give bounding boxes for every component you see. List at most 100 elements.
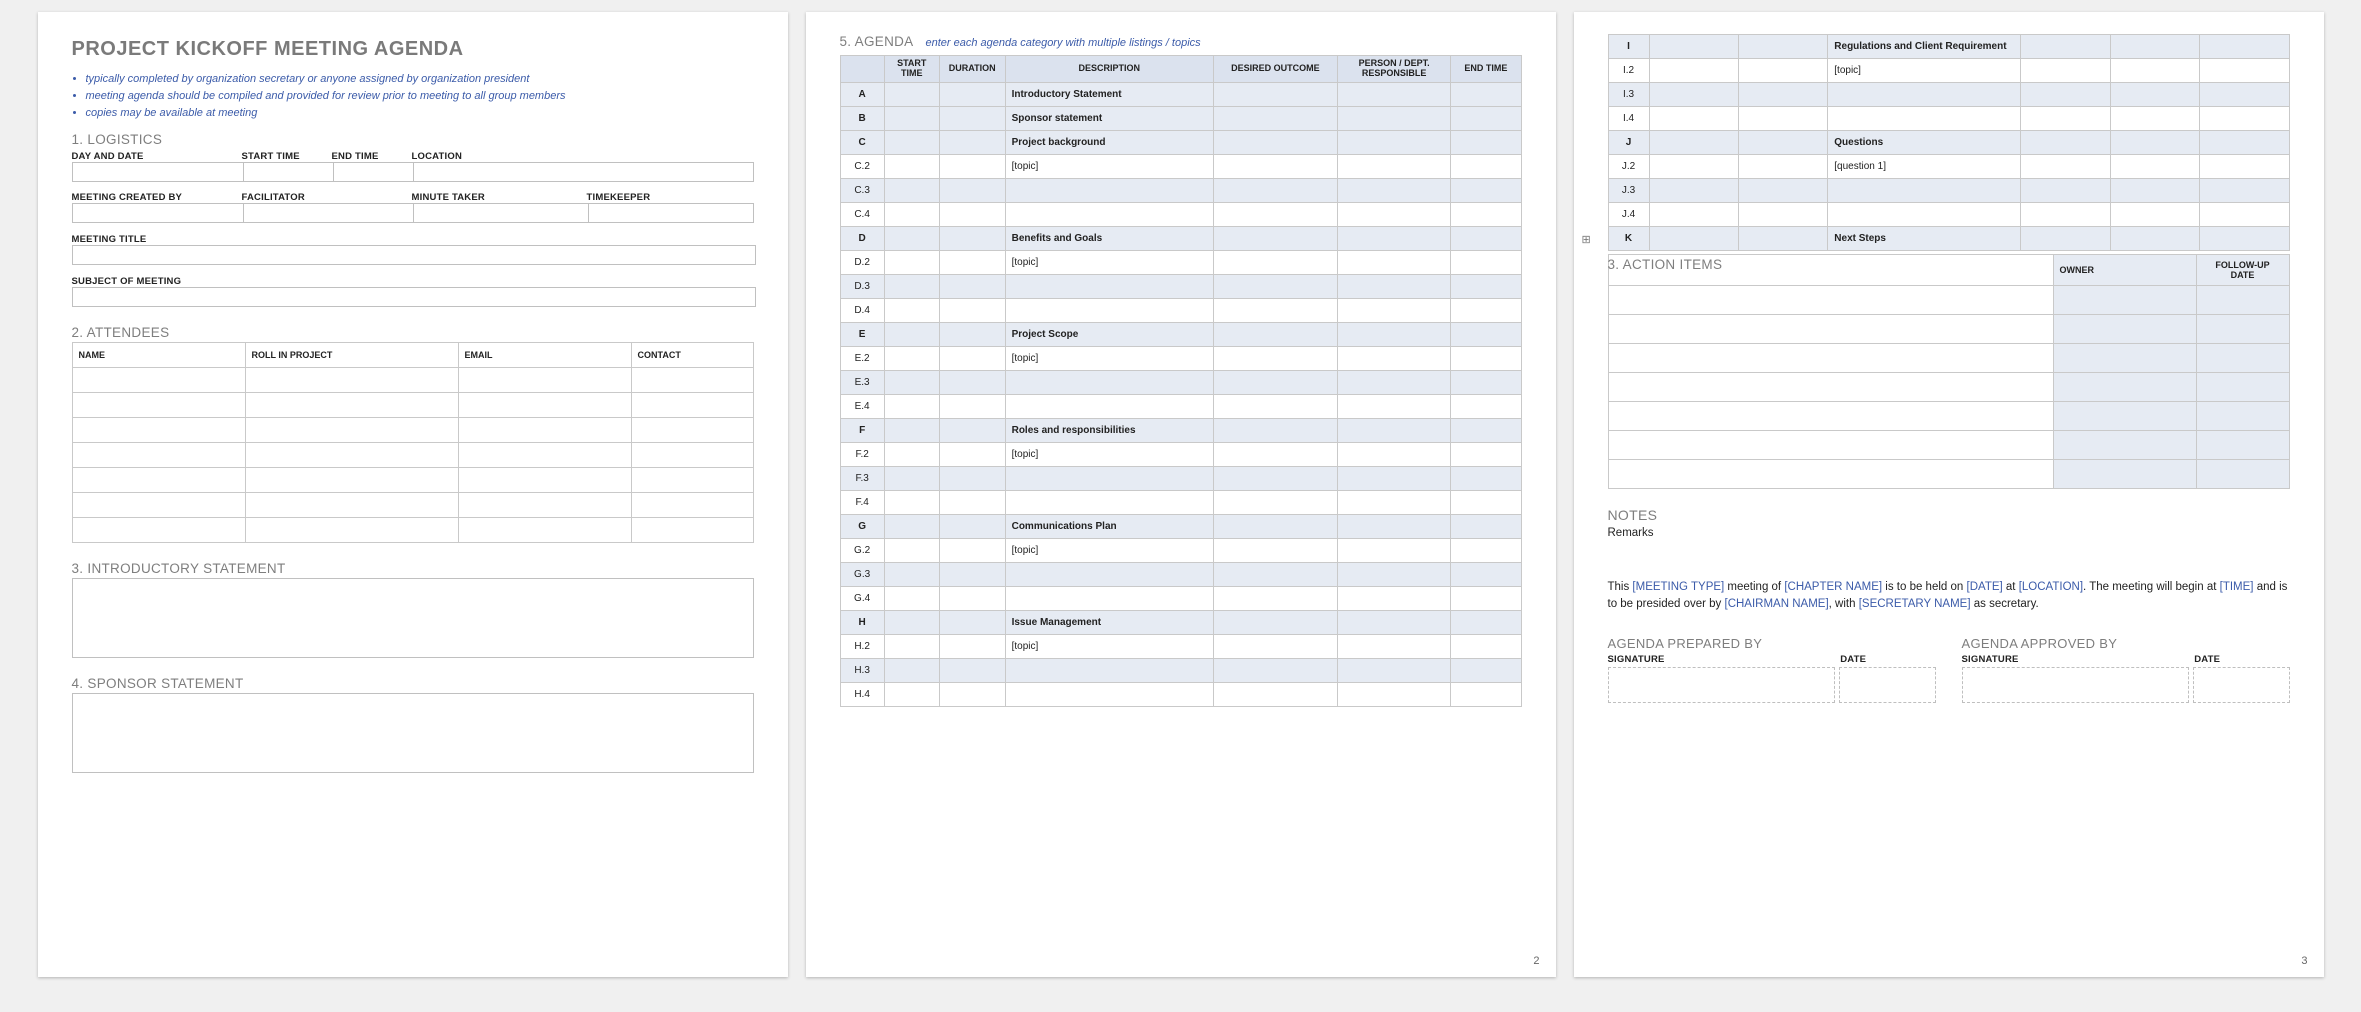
agenda-row[interactable]: BSponsor statement xyxy=(840,106,1521,130)
agenda-row[interactable]: GCommunications Plan xyxy=(840,514,1521,538)
agenda-row[interactable]: I.4 xyxy=(1608,107,2289,131)
agenda-row[interactable]: D.4 xyxy=(840,298,1521,322)
input-prepared-date[interactable] xyxy=(1839,667,1935,703)
label-start-time: START TIME xyxy=(242,151,332,162)
input-timekeeper[interactable] xyxy=(589,203,754,223)
col-email: EMAIL xyxy=(458,343,631,368)
page-1: PROJECT KICKOFF MEETING AGENDA typically… xyxy=(38,12,788,977)
agenda-row[interactable]: JQuestions xyxy=(1608,131,2289,155)
agenda-table: START TIME DURATION DESCRIPTION DESIRED … xyxy=(840,55,1522,707)
label-minute-taker: MINUTE TAKER xyxy=(412,192,587,203)
agenda-row[interactable]: J.4 xyxy=(1608,203,2289,227)
agenda-row[interactable]: KNext Steps xyxy=(1608,227,2289,251)
col-name: NAME xyxy=(72,343,245,368)
page-2: 5. AGENDA enter each agenda category wit… xyxy=(806,12,1556,977)
section-agenda: 5. AGENDA xyxy=(840,34,914,49)
agenda-row[interactable]: CProject background xyxy=(840,130,1521,154)
table-row[interactable] xyxy=(72,493,753,518)
table-row[interactable] xyxy=(1608,460,2289,489)
label-signature: SIGNATURE xyxy=(1962,654,2019,665)
agenda-row[interactable]: F.3 xyxy=(840,466,1521,490)
agenda-row[interactable]: J.3 xyxy=(1608,179,2289,203)
table-row[interactable] xyxy=(72,518,753,543)
agenda-row[interactable]: AIntroductory Statement xyxy=(840,82,1521,106)
input-approved-signature[interactable] xyxy=(1962,667,2190,703)
agenda-row[interactable]: H.4 xyxy=(840,682,1521,706)
section-intro: 3. INTRODUCTORY STATEMENT xyxy=(72,561,754,576)
agenda-row[interactable]: G.2[topic] xyxy=(840,538,1521,562)
col-roll: ROLL IN PROJECT xyxy=(245,343,458,368)
bullet-item: copies may be available at meeting xyxy=(86,105,754,122)
table-row[interactable] xyxy=(72,393,753,418)
section-attendees: 2. ATTENDEES xyxy=(72,325,754,340)
action-items-table: OWNER FOLLOW-UP DATE xyxy=(1608,254,2290,489)
label-location: LOCATION xyxy=(412,151,754,162)
input-start-time[interactable] xyxy=(244,162,334,182)
label-day-date: DAY AND DATE xyxy=(72,151,242,162)
approved-by-heading: AGENDA APPROVED BY xyxy=(1962,636,2290,651)
agenda-row[interactable]: C.2[topic] xyxy=(840,154,1521,178)
table-row[interactable] xyxy=(1608,402,2289,431)
agenda-row[interactable]: HIssue Management xyxy=(840,610,1521,634)
input-facilitator[interactable] xyxy=(244,203,414,223)
col-description: DESCRIPTION xyxy=(1005,56,1213,83)
agenda-row[interactable]: IRegulations and Client Requirement xyxy=(1608,35,2289,59)
table-row[interactable] xyxy=(72,418,753,443)
section-sponsor: 4. SPONSOR STATEMENT xyxy=(72,676,754,691)
table-row[interactable] xyxy=(72,368,753,393)
input-intro-statement[interactable] xyxy=(72,578,754,658)
agenda-row[interactable]: H.2[topic] xyxy=(840,634,1521,658)
input-sponsor-statement[interactable] xyxy=(72,693,754,773)
attendees-table: NAME ROLL IN PROJECT EMAIL CONTACT xyxy=(72,342,754,543)
agenda-row[interactable]: F.4 xyxy=(840,490,1521,514)
input-meeting-title[interactable] xyxy=(72,245,756,265)
agenda-row[interactable]: D.3 xyxy=(840,274,1521,298)
col-end: END TIME xyxy=(1451,56,1521,83)
agenda-row[interactable]: G.4 xyxy=(840,586,1521,610)
bullet-item: typically completed by organization secr… xyxy=(86,71,754,88)
col-responsible: PERSON / DEPT. RESPONSIBLE xyxy=(1337,56,1450,83)
input-minute-taker[interactable] xyxy=(414,203,589,223)
agenda-row[interactable]: F.2[topic] xyxy=(840,442,1521,466)
expand-icon[interactable]: ⊞ xyxy=(1582,233,1591,246)
agenda-row[interactable]: D.2[topic] xyxy=(840,250,1521,274)
agenda-row[interactable]: EProject Scope xyxy=(840,322,1521,346)
input-created-by[interactable] xyxy=(72,203,244,223)
agenda-row[interactable]: FRoles and responsibilities xyxy=(840,418,1521,442)
input-subject[interactable] xyxy=(72,287,756,307)
input-location[interactable] xyxy=(414,162,754,182)
table-row[interactable] xyxy=(1608,431,2289,460)
input-prepared-signature[interactable] xyxy=(1608,667,1836,703)
agenda-row[interactable]: E.2[topic] xyxy=(840,346,1521,370)
agenda-row[interactable]: DBenefits and Goals xyxy=(840,226,1521,250)
col-contact: CONTACT xyxy=(631,343,753,368)
label-subject: SUBJECT OF MEETING xyxy=(72,276,182,287)
agenda-row[interactable]: G.3 xyxy=(840,562,1521,586)
agenda-row[interactable]: C.3 xyxy=(840,178,1521,202)
label-end-time: END TIME xyxy=(332,151,412,162)
table-row[interactable] xyxy=(72,468,753,493)
input-day-date[interactable] xyxy=(72,162,244,182)
label-date: DATE xyxy=(2194,654,2220,665)
agenda-row[interactable]: I.3 xyxy=(1608,83,2289,107)
bullet-item: meeting agenda should be compiled and pr… xyxy=(86,88,754,105)
agenda-row[interactable]: I.2[topic] xyxy=(1608,59,2289,83)
agenda-row[interactable]: E.4 xyxy=(840,394,1521,418)
label-meeting-title: MEETING TITLE xyxy=(72,234,147,245)
page-number: 2 xyxy=(1533,955,1539,967)
table-row[interactable] xyxy=(1608,373,2289,402)
label-signature: SIGNATURE xyxy=(1608,654,1665,665)
table-row[interactable] xyxy=(1608,315,2289,344)
input-end-time[interactable] xyxy=(334,162,414,182)
agenda-row[interactable]: C.4 xyxy=(840,202,1521,226)
label-date: DATE xyxy=(1840,654,1866,665)
table-row[interactable] xyxy=(72,443,753,468)
table-row[interactable] xyxy=(1608,344,2289,373)
agenda-row[interactable]: H.3 xyxy=(840,658,1521,682)
input-approved-date[interactable] xyxy=(2193,667,2289,703)
agenda-row[interactable]: E.3 xyxy=(840,370,1521,394)
col-outcome: DESIRED OUTCOME xyxy=(1213,56,1337,83)
notes-heading: NOTES xyxy=(1608,507,2290,523)
agenda-row[interactable]: J.2[question 1] xyxy=(1608,155,2289,179)
table-row[interactable] xyxy=(1608,286,2289,315)
